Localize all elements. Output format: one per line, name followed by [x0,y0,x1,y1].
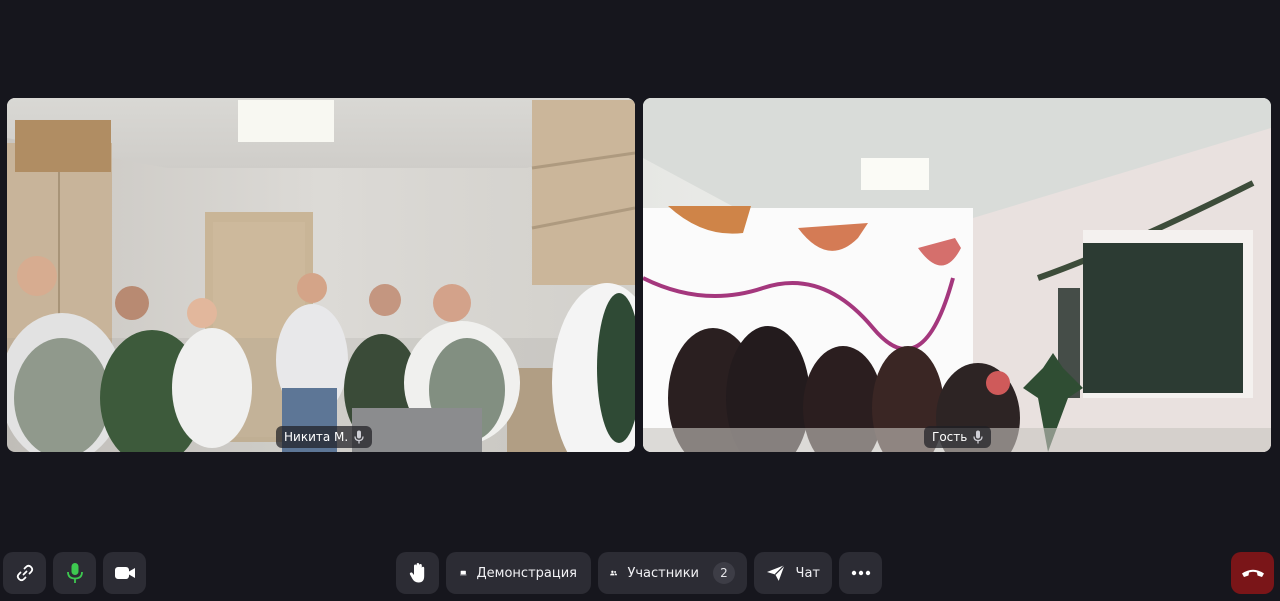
participants-label: Участники [627,565,699,581]
screen-share-button[interactable]: Демонстрация [446,552,591,594]
participant-name: Никита М. [284,430,349,444]
participant-name-tag: Никита М. [276,426,373,448]
end-call-button[interactable] [1231,552,1274,594]
participant-name-tag: Гость [924,426,992,448]
microphone-toggle-button[interactable] [53,552,96,594]
video-camera-icon [114,567,135,579]
microphone-icon [66,563,83,583]
raise-hand-icon [409,563,424,583]
screen-share-icon [460,570,467,576]
screen-share-label: Демонстрация [476,565,577,581]
microphone-icon [973,430,983,444]
participant-name: Гость [932,430,968,444]
paper-plane-icon [766,564,785,581]
participant-tile-1[interactable]: Никита М. [7,98,635,452]
more-options-button[interactable] [839,552,882,594]
camera-toggle-button[interactable] [103,552,146,594]
chat-label: Чат [795,565,820,581]
video-feed-1 [7,98,635,452]
end-call-icon [1241,569,1264,577]
microphone-icon [354,430,364,444]
link-icon [16,564,33,582]
raise-hand-button[interactable] [396,552,439,594]
participants-count-badge: 2 [713,562,735,584]
chat-button[interactable]: Чат [754,552,832,594]
copy-link-button[interactable] [3,552,46,594]
video-feed-2 [643,98,1271,452]
participant-tile-2[interactable]: Гость [643,98,1271,452]
more-dots-icon [851,570,870,576]
people-icon [610,570,618,576]
participants-button[interactable]: Участники 2 [598,552,747,594]
